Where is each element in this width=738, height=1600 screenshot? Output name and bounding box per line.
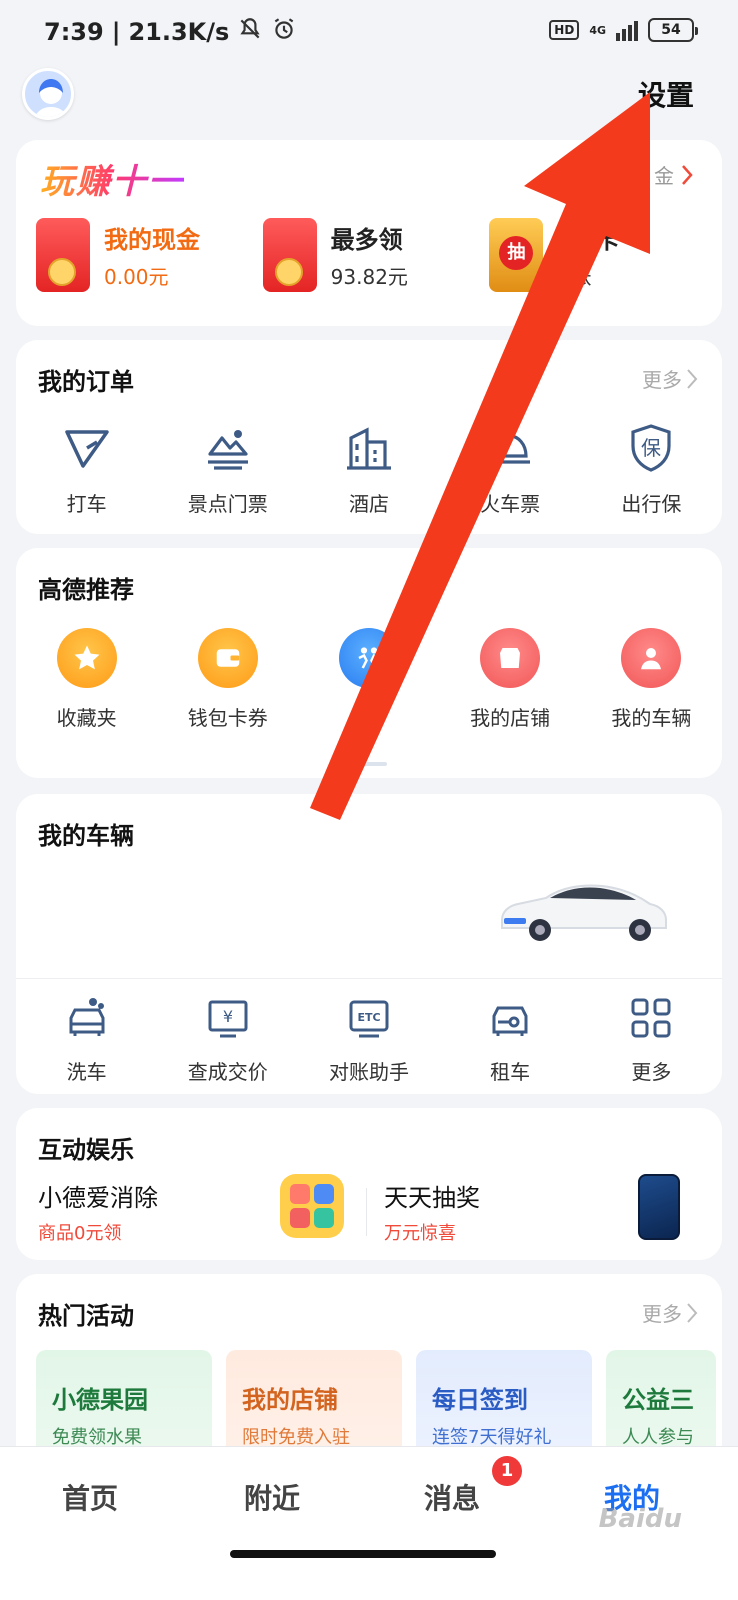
nav-nearby[interactable]: 附近 (244, 1477, 300, 1517)
chevron-right-icon (687, 1302, 698, 1323)
watermark: Baidu (598, 1504, 682, 1534)
orders-more-link[interactable]: 更多 (642, 364, 698, 393)
promo-item-value: 0.00元 (104, 265, 169, 289)
order-item-hotel[interactable]: 酒店 (298, 422, 439, 517)
promo-title: 玩赚十一 (40, 154, 184, 203)
service-car-wash[interactable]: 洗车 (16, 994, 157, 1085)
home-indicator[interactable] (230, 1550, 496, 1558)
mute-icon (237, 16, 263, 48)
fun-item-eliminate[interactable]: 小德爱消除 商品0元领 (38, 1178, 158, 1245)
promo-item-title: 奖卡 (571, 226, 620, 254)
hd-badge: HD (549, 20, 580, 40)
promo-item-value: 93.82元 (330, 265, 408, 289)
fun-title: 互动娱乐 (38, 1136, 134, 1164)
order-item-taxi[interactable]: 打车 (16, 422, 157, 517)
service-check-price[interactable]: ¥ 查成交价 (157, 994, 298, 1085)
car-image[interactable] (494, 874, 674, 944)
signal-icon (616, 19, 638, 41)
vehicle-card: 我的车辆 洗车 ¥ 查成交价 ETC 对账助手 租车 更多 (16, 794, 722, 1094)
train-icon (490, 434, 531, 464)
fun-card: 互动娱乐 小德爱消除 商品0元领 天天抽奖 万元惊喜 (16, 1108, 722, 1260)
hot-more-link[interactable]: 更多 (642, 1298, 698, 1327)
chevron-right-icon (682, 164, 693, 185)
fun-item-lottery[interactable]: 天天抽奖 万元惊喜 (384, 1178, 480, 1245)
recommend-item-my-vehicle[interactable]: 我的车辆 (581, 628, 722, 731)
recommend-item-wallet[interactable]: 钱包卡券 (157, 628, 298, 731)
message-badge: 1 (492, 1456, 522, 1486)
promo-item-max[interactable]: 最多领 93.82元 (262, 218, 490, 292)
recommend-title: 高德推荐 (38, 576, 134, 604)
etc-icon: ETC (349, 1000, 389, 1038)
promo-item-title: 最多领 (330, 226, 403, 254)
status-time: 7:39 (44, 18, 104, 46)
hot-title: 热门活动 (38, 1302, 134, 1330)
svg-text:ETC: ETC (357, 1011, 380, 1024)
avatar-icon (34, 79, 68, 117)
order-item-scenic[interactable]: 景点门票 (157, 422, 298, 517)
red-envelope-icon (36, 218, 90, 292)
orders-card: 我的订单 更多 打车 景点门票 酒店 火车票 保 出行保 (16, 340, 722, 534)
chevron-right-icon (687, 368, 698, 389)
vehicle-user-icon (621, 628, 682, 688)
scenic-icon (207, 430, 248, 470)
price-icon: ¥ (208, 1000, 248, 1038)
promo-items: 我的现金 0.00元 最多领 93.82元 抽 奖卡 张 (36, 218, 716, 292)
vehicle-title: 我的车辆 (38, 822, 134, 850)
nav-home[interactable]: 首页 (62, 1477, 118, 1517)
recommend-item-group[interactable]: 组 (298, 628, 439, 731)
status-bar: 7:39 | 21.3K/s HD 4G 54 (0, 0, 738, 64)
nav-messages[interactable]: 消息 (424, 1477, 480, 1517)
battery-indicator: 54 (648, 18, 698, 42)
shop-icon (480, 628, 541, 688)
game-tile-icon[interactable] (280, 1174, 344, 1238)
promo-item-cash[interactable]: 我的现金 0.00元 (36, 218, 263, 292)
recommend-card: 高德推荐 收藏夹 钱包卡券 组 我的店铺 我的车辆 (16, 548, 722, 778)
car-wash-icon (69, 998, 105, 1036)
order-item-insurance[interactable]: 保 出行保 (581, 422, 722, 517)
lottery-card-icon: 抽 (489, 218, 544, 292)
red-envelope-coins-icon (262, 218, 317, 292)
svg-text:¥: ¥ (223, 1007, 233, 1026)
recommend-pager (347, 762, 387, 766)
promo-card[interactable]: 玩赚十一 金 我的现金 0.00元 最多领 93.82元 抽 奖卡 张 (16, 140, 722, 326)
recommend-item-favorites[interactable]: 收藏夹 (16, 628, 157, 731)
rent-car-icon (492, 1006, 528, 1036)
status-speed: 21.3K/s (128, 18, 230, 46)
insurance-icon: 保 (631, 424, 671, 472)
taxi-icon (64, 430, 109, 468)
alarm-icon (271, 16, 297, 48)
promo-item-value: 张 (571, 265, 592, 289)
network-label: 4G (589, 23, 606, 37)
orders-row: 打车 景点门票 酒店 火车票 保 出行保 (16, 422, 722, 517)
vehicle-services-row: 洗车 ¥ 查成交价 ETC 对账助手 租车 更多 (16, 994, 722, 1085)
hotel-icon (346, 427, 391, 470)
promo-more-label: 金 (654, 164, 674, 188)
promo-item-lottery-card[interactable]: 抽 奖卡 张 (489, 218, 716, 292)
svg-text:保: 保 (641, 436, 661, 460)
recommend-item-shop[interactable]: 我的店铺 (440, 628, 581, 731)
avatar[interactable] (22, 68, 74, 120)
wallet-icon (197, 628, 258, 688)
status-right: HD 4G 54 (549, 18, 698, 42)
orders-title: 我的订单 (38, 368, 134, 396)
settings-button[interactable]: 设置 (638, 74, 694, 114)
order-item-train[interactable]: 火车票 (440, 422, 581, 517)
star-icon (56, 628, 117, 688)
service-more[interactable]: 更多 (581, 994, 722, 1085)
service-etc[interactable]: ETC 对账助手 (298, 994, 439, 1085)
hot-card: 热门活动 更多 小德果园 免费领水果 我的店铺 限时免费入驻 每日签到 连签7天… (16, 1274, 722, 1480)
service-rent-car[interactable]: 租车 (440, 994, 581, 1085)
grid-icon (631, 998, 671, 1038)
group-icon (338, 628, 399, 688)
promo-more-link[interactable]: 金 (654, 160, 694, 189)
recommend-row: 收藏夹 钱包卡券 组 我的店铺 我的车辆 (16, 628, 722, 731)
status-left: 7:39 | 21.3K/s (44, 16, 297, 48)
promo-item-title: 我的现金 (104, 226, 200, 254)
phone-prize-icon[interactable] (638, 1174, 680, 1240)
